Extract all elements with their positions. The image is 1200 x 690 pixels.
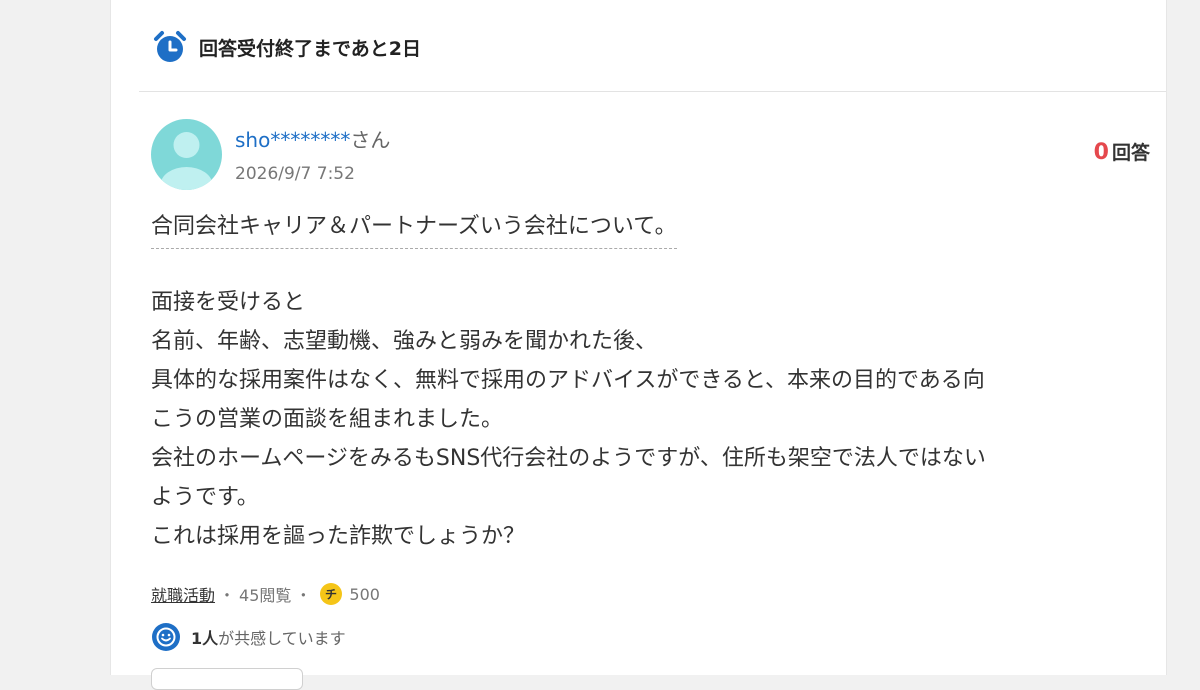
empathy-label: が共感しています	[218, 629, 346, 648]
coin-amount: 500	[349, 584, 380, 604]
question-body: 面接を受けると 名前、年齢、志望動機、強みと弱みを聞かれた後、 具体的な採用案件…	[151, 283, 1151, 556]
category-link[interactable]: 就職活動	[151, 582, 215, 606]
answer-count-label: 回答	[1111, 142, 1150, 164]
meta-separator: ・	[295, 586, 312, 605]
empathy-count: 1人	[191, 629, 219, 648]
user-honorific: さん	[350, 128, 391, 152]
question-body-line: 会社のホームページをみるもSNS代行会社のようですが、住所も架空で法人ではない	[151, 446, 986, 471]
alarm-clock-icon	[154, 31, 186, 62]
question-body-line: こうの営業の面談を組まれました。	[151, 407, 504, 432]
divider	[139, 91, 1166, 92]
deadline-banner: 回答受付終了まであと2日	[153, 30, 421, 64]
coin-reward: チ 500	[319, 582, 380, 606]
user-id[interactable]: sho********	[235, 128, 350, 152]
smiley-icon[interactable]	[151, 622, 181, 652]
avatar[interactable]	[151, 119, 222, 190]
question-meta: 就職活動 ・ 45閲覧 ・ チ 500	[151, 582, 380, 606]
question-body-line: 具体的な採用案件はなく、無料で採用のアドバイスができると、本来の目的である向	[151, 368, 985, 393]
question-title: 合同会社キャリア＆パートナーズいう会社について。	[151, 208, 677, 249]
svg-text:チ: チ	[325, 588, 337, 602]
answer-count[interactable]: 0 回答	[1094, 138, 1150, 165]
post-date: 2026/9/7 7:52	[235, 164, 355, 184]
question-body-line: これは採用を謳った詐欺でしょうか？	[151, 524, 526, 549]
action-button[interactable]	[151, 668, 303, 690]
meta-separator: ・	[219, 586, 236, 605]
question-body-line: ようです。	[151, 485, 259, 510]
user-name[interactable]: sho********さん	[235, 124, 390, 153]
deadline-text: 回答受付終了まであと2日	[199, 37, 422, 60]
empathy-row: 1人が共感しています	[151, 622, 346, 652]
question-body-line: 面接を受けると	[151, 290, 306, 315]
question-body-line: 名前、年齢、志望動機、強みと弱みを聞かれた後、	[151, 329, 658, 354]
coin-icon: チ	[320, 583, 343, 605]
view-count: 45閲覧	[239, 586, 292, 605]
question-panel: 回答受付終了まであと2日 sho********さん 2026/9/7 7:52…	[110, 0, 1167, 690]
answer-count-number: 0	[1093, 140, 1109, 165]
